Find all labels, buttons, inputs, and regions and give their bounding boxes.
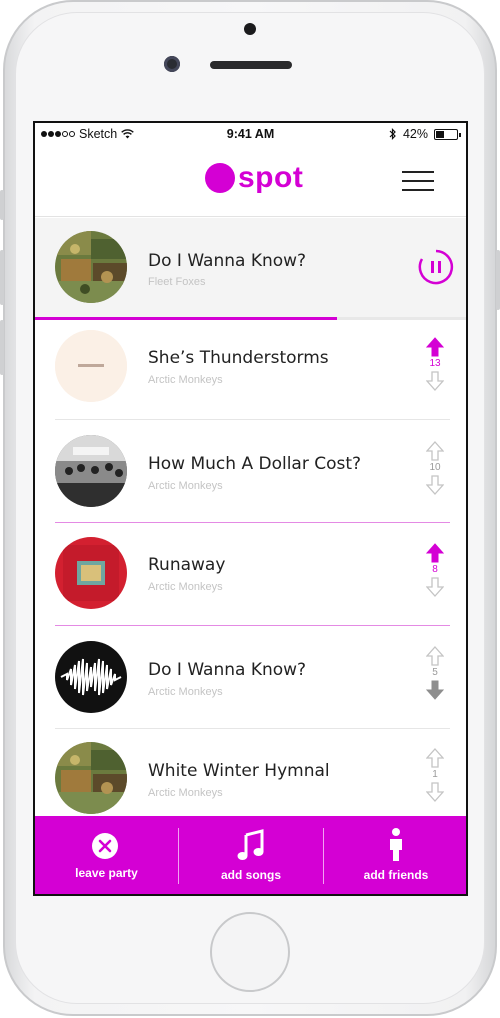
app-screen: Sketch 9:41 AM 42% spot Do I Wanna Know?… (33, 121, 468, 896)
downvote-arrow-icon[interactable] (426, 577, 444, 597)
vote-control: 5 (421, 646, 449, 700)
now-playing-title: Do I Wanna Know? (148, 251, 307, 271)
music-note-icon (237, 829, 264, 860)
album-art (55, 537, 127, 609)
vote-count: 13 (429, 358, 441, 369)
close-circle-icon (92, 833, 118, 859)
song-artist: Arctic Monkeys (148, 581, 223, 593)
app-header: spot (35, 145, 466, 217)
row-divider (55, 522, 450, 523)
vote-count: 8 (432, 564, 438, 575)
logo-dot-icon (205, 163, 235, 193)
now-playing-row[interactable]: Do I Wanna Know? Fleet Foxes (35, 218, 466, 318)
tab-label: add songs (220, 868, 281, 882)
leave-party-button[interactable]: leave party (35, 816, 178, 894)
upvote-arrow-icon[interactable] (426, 441, 444, 461)
album-art (55, 330, 127, 402)
pause-button[interactable] (417, 248, 455, 286)
vote-control: 10 (421, 441, 449, 495)
upvote-arrow-icon[interactable] (426, 646, 444, 666)
tab-label: add friends (363, 868, 429, 882)
vote-count: 10 (429, 462, 441, 473)
vote-control: 8 (421, 543, 449, 597)
tab-label: leave party (75, 866, 138, 880)
front-camera (164, 56, 180, 72)
add-songs-button[interactable]: add songs (179, 816, 323, 894)
upvote-arrow-icon[interactable] (426, 748, 444, 768)
upvote-arrow-icon[interactable] (426, 337, 444, 357)
album-art (55, 641, 127, 713)
playback-progress-bar[interactable] (35, 317, 337, 320)
battery-percentage: 42% (402, 127, 428, 141)
mute-switch (0, 190, 4, 220)
vote-count: 1 (432, 769, 438, 780)
row-divider (55, 728, 450, 729)
now-playing-artist: Fleet Foxes (148, 276, 206, 288)
row-divider (55, 625, 450, 626)
home-button[interactable] (210, 912, 290, 992)
battery-icon (434, 128, 461, 140)
downvote-arrow-icon[interactable] (426, 475, 444, 495)
bluetooth-icon (389, 128, 396, 140)
bottom-action-bar: leave party add songs add friends (35, 816, 466, 894)
row-divider (55, 419, 450, 420)
vote-count: 5 (432, 667, 438, 678)
upvote-arrow-icon[interactable] (426, 543, 444, 563)
song-artist: Arctic Monkeys (148, 480, 223, 492)
volume-up-button (0, 250, 4, 305)
song-title: Do I Wanna Know? (148, 660, 307, 680)
album-art (55, 742, 127, 814)
pause-icon (431, 261, 434, 273)
song-artist: Arctic Monkeys (148, 374, 223, 386)
add-friends-button[interactable]: add friends (324, 816, 466, 894)
person-icon (390, 828, 402, 861)
song-title: How Much A Dollar Cost? (148, 454, 362, 474)
earpiece-speaker (210, 61, 292, 69)
downvote-arrow-icon[interactable] (426, 782, 444, 802)
downvote-arrow-icon[interactable] (426, 371, 444, 391)
downvote-arrow-icon[interactable] (426, 680, 444, 700)
vote-control: 13 (421, 337, 449, 391)
power-button (496, 250, 500, 310)
vote-control: 1 (421, 748, 449, 802)
status-bar: Sketch 9:41 AM 42% (35, 123, 466, 145)
app-name: spot (238, 161, 304, 194)
song-title: She’s Thunderstorms (148, 348, 329, 368)
album-art (55, 231, 127, 303)
song-artist: Arctic Monkeys (148, 787, 223, 799)
menu-icon (402, 171, 434, 173)
app-logo: spot (205, 163, 303, 193)
song-artist: Arctic Monkeys (148, 686, 223, 698)
song-title: White Winter Hymnal (148, 761, 330, 781)
proximity-sensor (244, 23, 256, 35)
album-art (55, 435, 127, 507)
hamburger-menu-button[interactable] (402, 169, 434, 193)
volume-down-button (0, 320, 4, 375)
song-title: Runaway (148, 555, 226, 575)
